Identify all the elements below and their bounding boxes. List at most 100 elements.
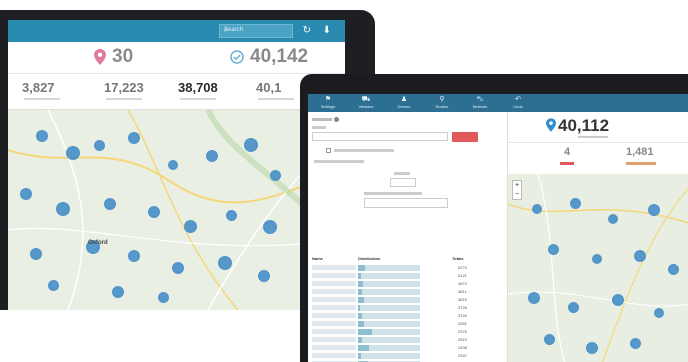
refresh-icon[interactable]: ↻: [303, 24, 311, 38]
map-pin-icon: [94, 49, 106, 65]
map-cluster[interactable]: [30, 248, 42, 260]
row-name-cell: [312, 281, 356, 286]
map-cluster[interactable]: [608, 214, 618, 224]
search-icon[interactable]: ⌕: [224, 27, 289, 35]
row-name-cell: [312, 313, 356, 318]
map-cluster[interactable]: [94, 140, 105, 151]
distribution-bar: [358, 265, 420, 271]
promo-composite: Search ⌕ ↻ ⬇ 30 40,142 3,827 17,223 38,7…: [0, 0, 688, 362]
nav-item-undo[interactable]: ↶ Undo: [500, 96, 536, 109]
map-cluster[interactable]: [168, 160, 178, 170]
pins-stat: 30: [94, 46, 133, 68]
nav-item-settings[interactable]: ⚑ Settings: [310, 96, 346, 109]
back-map[interactable]: Oxford: [8, 110, 345, 310]
row-total-value: 5121: [458, 273, 467, 278]
map-cluster[interactable]: [128, 132, 140, 144]
map-cluster[interactable]: [172, 262, 184, 274]
table-row[interactable]: 3749: [312, 312, 472, 320]
panel-heading: [312, 118, 332, 121]
map-cluster[interactable]: [654, 308, 664, 318]
table-row[interactable]: 3726: [312, 304, 472, 312]
filter-input[interactable]: [312, 132, 448, 141]
map-cluster[interactable]: [648, 204, 660, 216]
map-cluster[interactable]: [112, 286, 124, 298]
map-cluster[interactable]: [128, 250, 140, 262]
row-name-cell: [312, 305, 356, 310]
map-cluster[interactable]: [48, 280, 59, 291]
table-header: Name Distribution Totals: [312, 256, 472, 262]
distribution-fill: [358, 313, 362, 319]
back-tablet-screen: Search ⌕ ↻ ⬇ 30 40,142 3,827 17,223 38,7…: [8, 20, 345, 310]
map-cluster[interactable]: [104, 198, 116, 210]
map-cluster[interactable]: [592, 254, 602, 264]
nav-item-drivers[interactable]: ♟ Drivers: [386, 96, 422, 109]
apply-button[interactable]: [452, 132, 478, 142]
table-row[interactable]: 4872: [312, 280, 472, 288]
distribution-bar: [358, 273, 420, 279]
select-dropdown[interactable]: [390, 178, 416, 187]
search-input[interactable]: Search ⌕: [219, 24, 293, 38]
distribution-bar: [358, 345, 420, 351]
distribution-fill: [358, 265, 366, 271]
front-nav-bar: ⚑ Settings ⛟ Vehicles ♟ Drivers ⚲ Routes…: [308, 94, 688, 112]
col-totals-header: Totals: [452, 256, 464, 261]
map-cluster[interactable]: [218, 256, 232, 270]
map-cluster[interactable]: [568, 302, 579, 313]
distribution-bar: [358, 329, 420, 335]
map-cluster[interactable]: [634, 250, 646, 262]
gear-icon[interactable]: [334, 117, 339, 122]
map-cluster[interactable]: [570, 198, 581, 209]
map-cluster[interactable]: [532, 204, 542, 214]
table-row[interactable]: 2519: [312, 336, 472, 344]
map-cluster[interactable]: [270, 170, 281, 181]
table-row[interactable]: 3815: [312, 296, 472, 304]
red-count: 4: [564, 146, 571, 158]
select-label: [394, 172, 410, 175]
back-counts-row: 3,827 17,223 38,708 40,1: [8, 74, 345, 110]
map-cluster[interactable]: [586, 342, 598, 354]
map-cluster[interactable]: [668, 264, 679, 275]
map-cluster[interactable]: [148, 206, 160, 218]
map-cluster[interactable]: [263, 220, 277, 234]
nav-item-network[interactable]: ⛍ Network: [462, 96, 498, 109]
map-cluster[interactable]: [258, 270, 270, 282]
map-cluster[interactable]: [184, 220, 197, 233]
table-row[interactable]: 4811: [312, 288, 472, 296]
map-cluster[interactable]: [612, 294, 624, 306]
map-cluster[interactable]: [66, 146, 80, 160]
row-total-value: 2408: [458, 345, 467, 350]
row-name-cell: [312, 329, 356, 334]
map-cluster[interactable]: [56, 202, 70, 216]
distribution-fill: [358, 297, 365, 303]
table-row[interactable]: 5270: [312, 264, 472, 272]
table-row[interactable]: 2681: [312, 320, 472, 328]
map-cluster[interactable]: [36, 130, 48, 142]
map-cluster[interactable]: [544, 334, 555, 345]
map-cluster[interactable]: [548, 244, 559, 255]
download-icon[interactable]: ⬇: [323, 24, 331, 38]
map-cluster[interactable]: [528, 292, 540, 304]
map-cluster[interactable]: [244, 138, 258, 152]
zoom-control[interactable]: + −: [512, 180, 522, 200]
map-cluster[interactable]: [206, 150, 218, 162]
option-label: [334, 149, 394, 152]
option-checkbox[interactable]: [326, 148, 331, 153]
table-row[interactable]: 5121: [312, 272, 472, 280]
distribution-fill: [358, 337, 363, 343]
map-roads: [508, 174, 688, 362]
table-row[interactable]: 2576: [312, 328, 472, 336]
col-name-header: Name: [312, 256, 323, 261]
tags-input[interactable]: [364, 198, 448, 208]
distribution-fill: [358, 353, 362, 359]
nav-item-vehicles[interactable]: ⛟ Vehicles: [348, 96, 384, 109]
orange-count: 1,481: [626, 146, 654, 158]
map-cluster[interactable]: [226, 210, 237, 221]
map-cluster[interactable]: [20, 188, 32, 200]
distribution-fill: [358, 329, 372, 335]
map-cluster[interactable]: [630, 338, 641, 349]
map-cluster[interactable]: [158, 292, 169, 303]
table-row[interactable]: 2347: [312, 352, 472, 360]
table-row[interactable]: 2408: [312, 344, 472, 352]
nav-item-routes[interactable]: ⚲ Routes: [424, 96, 460, 109]
front-map[interactable]: + −: [508, 174, 688, 362]
